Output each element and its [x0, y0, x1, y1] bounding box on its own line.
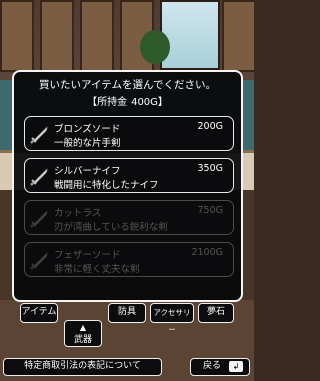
item-name: シルバーナイフ [54, 166, 121, 177]
tab-weapon-label: 武器 [73, 335, 92, 345]
tab-accessory[interactable]: アクセサリー [150, 303, 194, 334]
legal-notice-button[interactable]: 特定商取引法の表記について [3, 358, 162, 376]
shop-item-bronze-sword[interactable]: ブロンズソード 一般的な片手剣 200G [24, 116, 234, 151]
tab-dream-stone[interactable]: 夢石 [198, 303, 234, 323]
item-description: 戦闘用に特化したナイフ [54, 180, 159, 191]
wall-panel [80, 0, 114, 72]
money-value: 400G】 [131, 97, 168, 108]
sword-icon [30, 210, 48, 228]
wall-panel [40, 0, 74, 72]
dialog-prompt: 買いたいアイテムを選んでください。 [39, 79, 216, 91]
sword-icon [30, 252, 48, 270]
sword-icon [30, 126, 48, 144]
sword-icon [30, 168, 48, 186]
item-price: 2100G [191, 247, 223, 258]
purchase-dialog: 買いたいアイテムを選んでください。 【所持金 400G】 ブロンズソード 一般的な… [12, 70, 243, 302]
selected-arrow-icon: ▲ [79, 323, 87, 332]
wall-panel [0, 0, 34, 72]
item-price: 750G [197, 205, 224, 216]
item-description: 一般的な片手剣 [54, 138, 121, 149]
shop-item-feather-sword[interactable]: フェザーソード 非常に軽く丈夫な剣 2100G [24, 242, 234, 277]
plant [140, 30, 170, 64]
money-label: 【所持金 [87, 97, 128, 108]
item-name: フェザーソード [54, 250, 121, 261]
wall-panel [222, 0, 254, 72]
shop-window [160, 0, 220, 70]
back-button[interactable]: 戻る ↲ [190, 358, 250, 376]
money-display: 【所持金 400G】 [14, 96, 241, 110]
tab-weapon[interactable]: ▲ 武器 [64, 320, 102, 347]
item-name: ブロンズソード [54, 124, 121, 135]
item-description: 刃が湾曲している鋭利な剣 [54, 222, 168, 233]
return-arrow-icon: ↲ [229, 361, 243, 372]
item-name: カットラス [54, 208, 102, 219]
item-price: 200G [197, 121, 224, 132]
item-description: 非常に軽く丈夫な剣 [54, 264, 140, 275]
item-price: 350G [197, 163, 224, 174]
tab-armor[interactable]: 防具 [108, 303, 146, 323]
tab-item[interactable]: アイテム [20, 303, 58, 323]
back-button-label: 戻る [203, 361, 222, 371]
shop-item-silver-knife[interactable]: シルバーナイフ 戦闘用に特化したナイフ 350G [24, 158, 234, 193]
shop-item-cutlass[interactable]: カットラス 刃が湾曲している鋭利な剣 750G [24, 200, 234, 235]
